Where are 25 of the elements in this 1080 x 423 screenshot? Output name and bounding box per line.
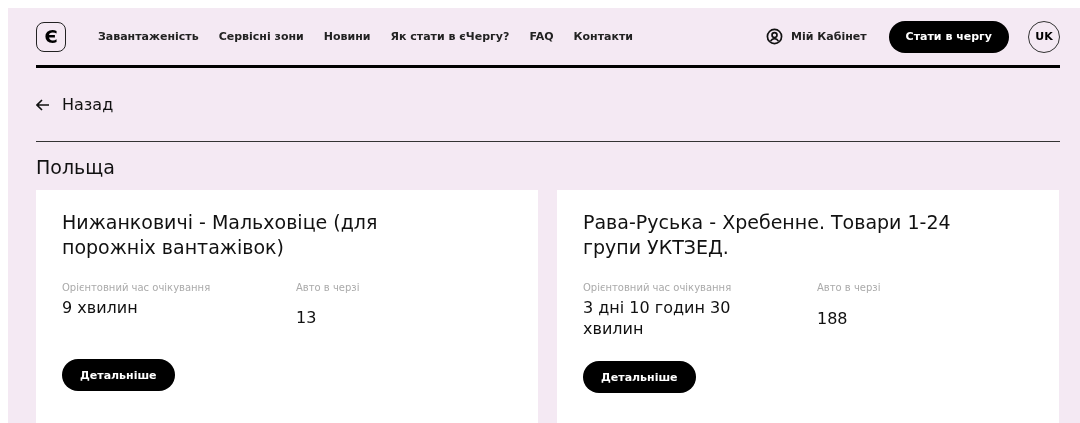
- back-link[interactable]: Назад: [36, 95, 114, 114]
- join-queue-button[interactable]: Стати в чергу: [888, 20, 1009, 53]
- wait-value: 9 хвилин: [62, 297, 139, 318]
- details-button[interactable]: Детальніше: [62, 359, 175, 391]
- nav-link[interactable]: Новини: [323, 30, 371, 43]
- wait-label: Орієнтовний час очікування: [62, 282, 212, 293]
- nav-link[interactable]: Завантаженість: [98, 30, 199, 43]
- card-title: Нижанковичі - Мальховіце (для порожніх вантажівок): [62, 210, 379, 260]
- card-title: Рава-Руська - Хребенне. Товари 1-24 групи УКТЗЕД.: [583, 210, 952, 260]
- nav-link[interactable]: Сервісні зони: [218, 30, 304, 43]
- logo[interactable]: Є: [36, 21, 66, 52]
- section-title: Польща: [36, 155, 116, 180]
- queue-label: Авто в черзі: [296, 282, 361, 293]
- queue-label: Авто в черзі: [817, 282, 882, 293]
- nav-link[interactable]: FAQ: [529, 30, 554, 43]
- queue-value: 188: [817, 307, 849, 329]
- details-button[interactable]: Детальніше: [583, 361, 696, 393]
- nav-link[interactable]: Як стати в єЧергу?: [390, 30, 510, 43]
- wait-value: 3 дні 10 годин 30 хвилин: [583, 297, 732, 339]
- user-icon: [766, 28, 784, 45]
- wait-label: Орієнтовний час очікування: [583, 282, 733, 293]
- arrow-left-icon: [36, 98, 50, 111]
- nav-link[interactable]: Контакти: [573, 30, 633, 43]
- queue-value: 13: [296, 306, 318, 328]
- cabinet-link[interactable]: Мій Кабінет: [766, 28, 867, 45]
